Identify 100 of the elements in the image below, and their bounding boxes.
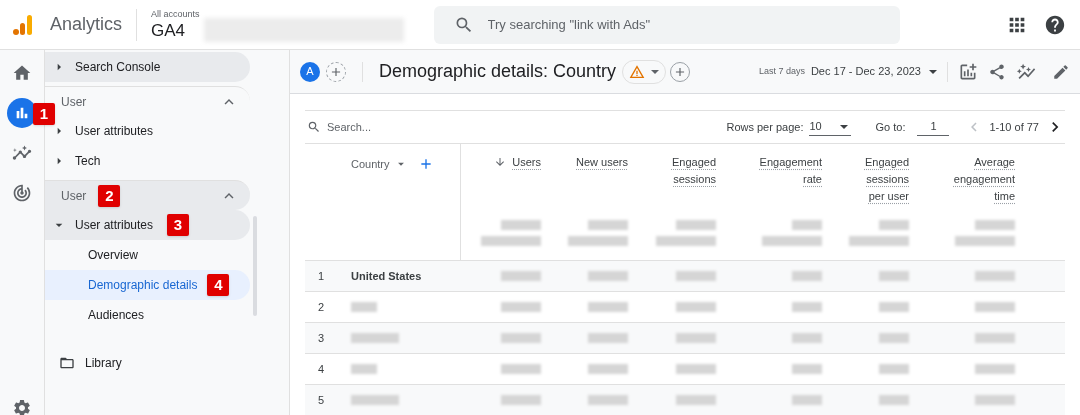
redacted-value <box>792 220 822 230</box>
annotation-badge: 3 <box>167 214 190 237</box>
row-number: 2 <box>316 299 326 315</box>
redacted-value <box>676 364 716 374</box>
row-number: 4 <box>316 361 326 377</box>
help-icon[interactable] <box>1044 13 1066 36</box>
report-title: Demographic details: Country <box>379 60 617 83</box>
redacted-value <box>879 395 909 405</box>
nav-item[interactable]: Overview <box>88 246 138 264</box>
redacted-value <box>351 364 377 374</box>
comparison-avatar[interactable]: A <box>300 61 320 82</box>
app-name: Analytics <box>50 13 123 36</box>
redacted-value <box>879 220 909 230</box>
folder-icon <box>59 355 75 371</box>
redacted-value <box>351 333 399 343</box>
date-preset-label: Last 7 days <box>758 64 805 78</box>
nav-row[interactable]: Search Console <box>45 52 250 82</box>
redacted-value <box>792 271 822 281</box>
section-label: User <box>61 187 87 205</box>
redacted-value <box>975 395 1015 405</box>
caret-icon <box>840 124 849 129</box>
redacted-value <box>588 364 628 374</box>
rows-per-page-select[interactable]: 10 <box>809 118 852 136</box>
redacted-value <box>792 333 822 343</box>
redacted-value <box>975 271 1015 281</box>
account-picker[interactable]: All accounts GA4 <box>151 7 200 42</box>
redacted-value <box>501 302 541 312</box>
redacted-value <box>588 302 628 312</box>
annotation-badge: 4 <box>207 274 230 297</box>
column-header[interactable]: Engaged sessions <box>652 154 716 188</box>
column-header[interactable]: Engagement rate <box>758 154 822 188</box>
section-label: User <box>61 93 87 111</box>
caret-icon <box>929 69 937 74</box>
redacted-value <box>568 236 628 246</box>
customize-report-icon[interactable] <box>958 61 978 82</box>
row-number: 3 <box>316 330 326 346</box>
redacted-value <box>501 220 541 230</box>
share-icon[interactable] <box>988 62 1006 81</box>
column-header[interactable]: Engaged sessions per user <box>853 154 909 205</box>
nav-item-label[interactable]: User attributes <box>75 122 154 140</box>
redacted-value <box>676 220 716 230</box>
country-cell-text: United States <box>351 268 422 284</box>
redacted-value <box>676 333 716 343</box>
go-to-label: Go to: <box>875 119 906 135</box>
edit-icon[interactable] <box>1052 62 1070 81</box>
redacted-value <box>975 302 1015 312</box>
redacted-value <box>501 333 541 343</box>
redacted-value <box>879 271 909 281</box>
nav-item[interactable]: Library <box>85 354 122 372</box>
redacted-value <box>792 364 822 374</box>
redacted-value <box>975 220 1015 230</box>
redacted-value <box>501 271 541 281</box>
nav-item-label[interactable]: Tech <box>75 152 101 170</box>
page-range: 1-10 of 77 <box>989 119 1039 135</box>
row-number: 5 <box>316 392 326 408</box>
row-number: 1 <box>316 268 326 284</box>
nav-item-label[interactable]: User attributes <box>75 216 154 234</box>
column-header[interactable]: Average engagement time <box>951 154 1015 205</box>
nav-item[interactable]: Demographic details <box>88 276 198 294</box>
redacted-value <box>879 364 909 374</box>
redacted-value <box>975 364 1015 374</box>
redacted-value <box>676 395 716 405</box>
go-to-field[interactable]: 1 <box>917 118 950 136</box>
redacted-value <box>351 395 399 405</box>
redacted-value <box>588 220 628 230</box>
redacted-value <box>792 395 822 405</box>
redacted-value <box>501 395 541 405</box>
redacted-value <box>588 333 628 343</box>
caret-icon <box>651 69 660 74</box>
warning-icon <box>629 63 646 80</box>
redacted-value <box>588 271 628 281</box>
rows-per-page-label: Rows per page: <box>726 119 804 135</box>
nav-item[interactable]: Audiences <box>88 306 145 324</box>
redacted-value <box>975 333 1015 343</box>
annotation-badge: 2 <box>98 184 121 207</box>
column-header[interactable]: New users <box>576 154 628 171</box>
redacted-value <box>676 271 716 281</box>
column-header[interactable]: Country <box>351 156 390 173</box>
nav-row[interactable]: User attributes 3 <box>45 210 250 240</box>
redacted-value <box>879 302 909 312</box>
annotation-badge: 1 <box>33 103 55 126</box>
redacted-value <box>656 236 716 246</box>
redacted-value <box>792 302 822 312</box>
redacted-value <box>481 236 541 246</box>
redacted-value <box>762 236 822 246</box>
redacted-value <box>879 333 909 343</box>
redacted-value <box>955 236 1015 246</box>
section-header[interactable]: User 2 <box>45 180 250 210</box>
nav-item-label[interactable]: Search Console <box>75 58 161 76</box>
redacted-value <box>351 302 377 312</box>
search-field[interactable]: Try searching "link with Ads" <box>433 5 900 44</box>
redacted-value <box>501 364 541 374</box>
redacted-value <box>849 236 909 246</box>
date-range-picker[interactable]: Dec 17 - Dec 23, 2023 <box>810 63 937 80</box>
redacted-value <box>676 302 716 312</box>
redacted-value <box>588 395 628 405</box>
analytics-logo <box>12 13 34 36</box>
search-icon <box>307 120 321 134</box>
column-header[interactable]: Users <box>512 154 541 171</box>
table-search-field[interactable]: Search... <box>327 118 527 136</box>
